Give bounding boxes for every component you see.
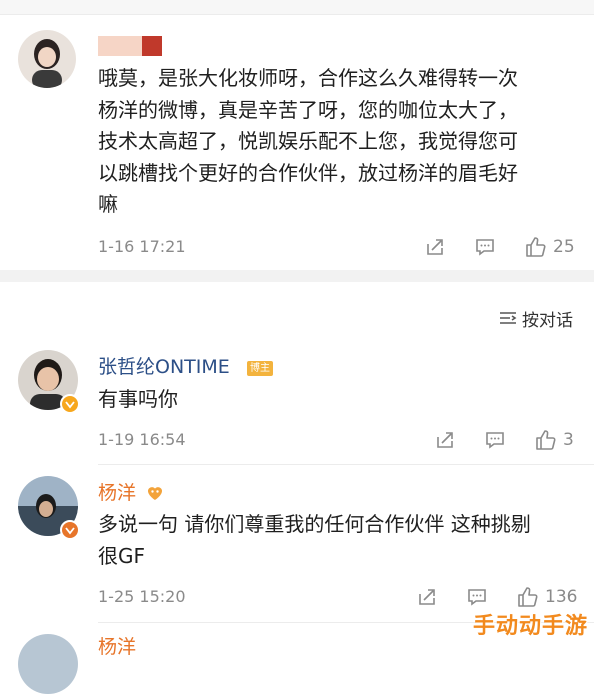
thumbs-up-icon — [526, 237, 546, 257]
reply-username[interactable]: 杨洋 — [98, 635, 136, 659]
share-icon — [427, 239, 443, 255]
reply-text: 多说一句 请你们尊重我的任何合作伙伴 这种挑剔 很GF — [98, 512, 531, 568]
verified-icon — [60, 394, 80, 414]
reply-time: 1-25 15:20 — [98, 587, 186, 606]
share-icon — [419, 589, 435, 605]
reply-divider — [98, 464, 594, 465]
reply-username[interactable]: 杨洋 — [98, 481, 136, 505]
view-dialog-button[interactable]: 按对话 — [498, 306, 573, 331]
heart-badge-icon — [145, 483, 165, 503]
like-count: 136 — [545, 587, 578, 607]
section-separator — [0, 270, 594, 282]
redacted-username-block-dark — [142, 36, 162, 56]
comment-button[interactable] — [466, 586, 488, 608]
thumbs-up-icon — [518, 587, 538, 607]
comment-button[interactable] — [474, 236, 496, 258]
reply-avatar[interactable] — [18, 634, 78, 694]
author-tag: 博主 — [247, 361, 273, 376]
comment-icon — [486, 432, 504, 449]
like-count: 25 — [553, 237, 575, 257]
dialog-icon — [500, 311, 517, 324]
reply-time: 1-19 16:54 — [98, 430, 186, 449]
like-count: 3 — [563, 430, 574, 450]
comment-icon — [476, 239, 494, 256]
view-dialog-label: 按对话 — [522, 311, 573, 331]
comment-time: 1-16 17:21 — [98, 237, 186, 256]
share-button[interactable] — [424, 236, 446, 258]
commenter-avatar[interactable] — [18, 30, 76, 88]
top-edge — [0, 0, 594, 15]
comment-button[interactable] — [484, 429, 506, 451]
comment-icon — [468, 589, 486, 606]
share-icon — [437, 432, 453, 448]
share-button[interactable] — [434, 429, 456, 451]
like-button[interactable]: 25 — [524, 235, 575, 259]
reply-text: 有事吗你 — [98, 387, 178, 411]
thumbs-up-icon — [536, 430, 556, 450]
share-button[interactable] — [416, 586, 438, 608]
watermark: 手动动手游 — [472, 614, 588, 639]
redacted-username-block — [98, 36, 142, 56]
comment-text: 哦莫，是张大化妆师呀，合作这么久难得转一次 杨洋的微博，真是辛苦了呀，您的咖位太… — [98, 66, 518, 216]
like-button[interactable]: 3 — [534, 428, 574, 452]
like-button[interactable]: 136 — [516, 585, 577, 609]
verified-icon — [60, 520, 80, 540]
reply-username[interactable]: 张哲纶ONTIME — [98, 355, 230, 379]
